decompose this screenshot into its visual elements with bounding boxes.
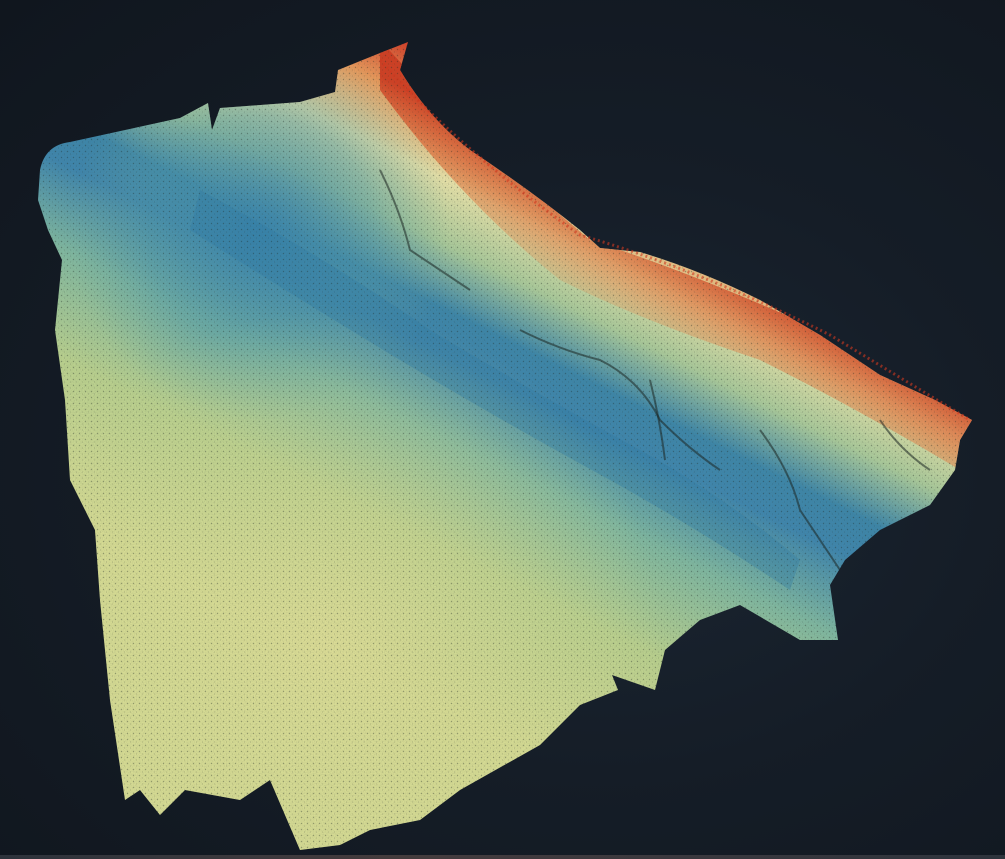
point-cloud-render: [38, 42, 972, 850]
bottom-edge-strip: [0, 855, 1005, 859]
3d-viewport[interactable]: [0, 0, 1005, 859]
terrain-surface: [38, 42, 972, 850]
